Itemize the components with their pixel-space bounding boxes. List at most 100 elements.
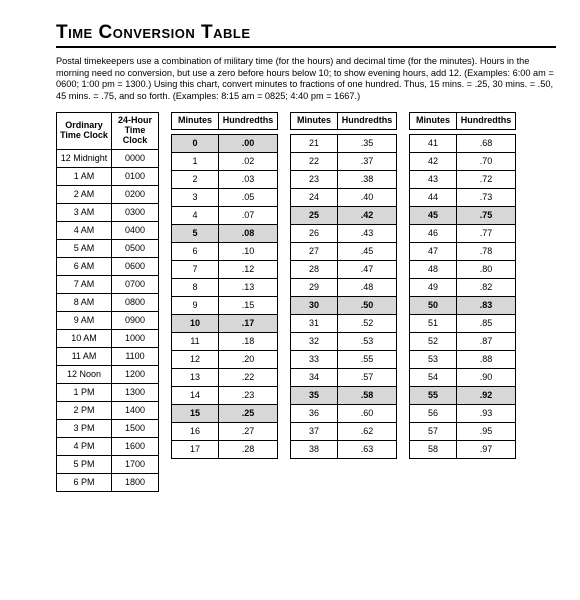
hundredths-cell: .15 [219, 296, 278, 314]
title-rule [56, 46, 556, 48]
table-row: 11.18 [172, 332, 278, 350]
military-time-cell: 1600 [112, 437, 159, 455]
ordinary-time-cell: 1 AM [57, 167, 112, 185]
table-row: 12 Noon1200 [57, 365, 159, 383]
table-row: 45.75 [410, 206, 516, 224]
minutes-cell: 56 [410, 404, 457, 422]
minutes-cell: 27 [291, 242, 338, 260]
minutes-cell: 48 [410, 260, 457, 278]
hundredths-cell: .17 [219, 314, 278, 332]
minutes-header: Minutes [410, 113, 457, 130]
ordinary-time-cell: 3 PM [57, 419, 112, 437]
hundredths-cell: .13 [219, 278, 278, 296]
minutes-cell: 33 [291, 350, 338, 368]
military-time-cell: 1800 [112, 473, 159, 491]
hundredths-cell: .42 [338, 206, 397, 224]
ordinary-time-cell: 5 PM [57, 455, 112, 473]
table-row: 22.37 [291, 152, 397, 170]
minutes-cell: 6 [172, 242, 219, 260]
table-row: 5 AM0500 [57, 239, 159, 257]
minutes-cell: 42 [410, 152, 457, 170]
minutes-cell: 8 [172, 278, 219, 296]
hundredths-cell: .87 [457, 332, 516, 350]
minutes-cell: 26 [291, 224, 338, 242]
hundredths-cell: .75 [457, 206, 516, 224]
hundredths-cell: .07 [219, 206, 278, 224]
military-time-cell: 1200 [112, 365, 159, 383]
table-row: 44.73 [410, 188, 516, 206]
ordinary-time-cell: 7 AM [57, 275, 112, 293]
minutes-cell: 54 [410, 368, 457, 386]
hundredths-cell: .02 [219, 152, 278, 170]
ordinary-time-cell: 12 Noon [57, 365, 112, 383]
minutes-cell: 29 [291, 278, 338, 296]
military-time-cell: 1700 [112, 455, 159, 473]
table-row: 23.38 [291, 170, 397, 188]
hundredths-cell: .88 [457, 350, 516, 368]
hundredths-cell: .95 [457, 422, 516, 440]
table-row: 6 PM1800 [57, 473, 159, 491]
minutes-cell: 30 [291, 296, 338, 314]
military-time-cell: 0400 [112, 221, 159, 239]
minutes-cell: 47 [410, 242, 457, 260]
table-row: 7.12 [172, 260, 278, 278]
military-time-cell: 0600 [112, 257, 159, 275]
military-clock-header: 24-Hour Time Clock [112, 113, 159, 150]
hundredths-cell: .60 [338, 404, 397, 422]
table-row: 10.17 [172, 314, 278, 332]
hundredths-cell: .48 [338, 278, 397, 296]
hundredths-cell: .00 [219, 134, 278, 152]
minutes-cell: 15 [172, 404, 219, 422]
hundredths-cell: .43 [338, 224, 397, 242]
table-row: 3.05 [172, 188, 278, 206]
ordinary-time-cell: 6 PM [57, 473, 112, 491]
table-row: 0.00 [172, 134, 278, 152]
table-row: 26.43 [291, 224, 397, 242]
hundredths-cell: .97 [457, 440, 516, 458]
table-row: 6 AM0600 [57, 257, 159, 275]
table-row: 11 AM1100 [57, 347, 159, 365]
hundredths-cell: .23 [219, 386, 278, 404]
hundredths-cell: .50 [338, 296, 397, 314]
hundredths-cell: .93 [457, 404, 516, 422]
table-row: 51.85 [410, 314, 516, 332]
military-time-cell: 0000 [112, 149, 159, 167]
minutes-cell: 13 [172, 368, 219, 386]
hundredths-cell: .03 [219, 170, 278, 188]
hundredths-cell: .85 [457, 314, 516, 332]
minutes-cell: 12 [172, 350, 219, 368]
table-header-row: Ordinary Time Clock 24-Hour Time Clock [57, 113, 159, 150]
table-row: 50.83 [410, 296, 516, 314]
minutes-cell: 52 [410, 332, 457, 350]
table-header-row: Minutes Hundredths [291, 113, 397, 130]
ordinary-time-cell: 9 AM [57, 311, 112, 329]
hundredths-cell: .90 [457, 368, 516, 386]
minutes-cell: 22 [291, 152, 338, 170]
hundredths-cell: .52 [338, 314, 397, 332]
minutes-table-2: Minutes Hundredths 21.3522.3723.3824.402… [290, 112, 397, 459]
minutes-cell: 23 [291, 170, 338, 188]
table-row: 49.82 [410, 278, 516, 296]
table-row: 5 PM1700 [57, 455, 159, 473]
hundredths-cell: .63 [338, 440, 397, 458]
minutes-cell: 31 [291, 314, 338, 332]
minutes-cell: 1 [172, 152, 219, 170]
table-row: 7 AM0700 [57, 275, 159, 293]
minutes-cell: 36 [291, 404, 338, 422]
table-row: 29.48 [291, 278, 397, 296]
table-row: 36.60 [291, 404, 397, 422]
clock-table: Ordinary Time Clock 24-Hour Time Clock 1… [56, 112, 159, 492]
tables-container: Ordinary Time Clock 24-Hour Time Clock 1… [56, 112, 556, 492]
table-header-row: Minutes Hundredths [410, 113, 516, 130]
military-time-cell: 1000 [112, 329, 159, 347]
hundredths-cell: .22 [219, 368, 278, 386]
table-row: 42.70 [410, 152, 516, 170]
table-row: 4 AM0400 [57, 221, 159, 239]
ordinary-time-cell: 10 AM [57, 329, 112, 347]
table-row: 3 PM1500 [57, 419, 159, 437]
table-row: 15.25 [172, 404, 278, 422]
hundredths-cell: .28 [219, 440, 278, 458]
hundredths-cell: .10 [219, 242, 278, 260]
hundredths-cell: .92 [457, 386, 516, 404]
minutes-cell: 28 [291, 260, 338, 278]
